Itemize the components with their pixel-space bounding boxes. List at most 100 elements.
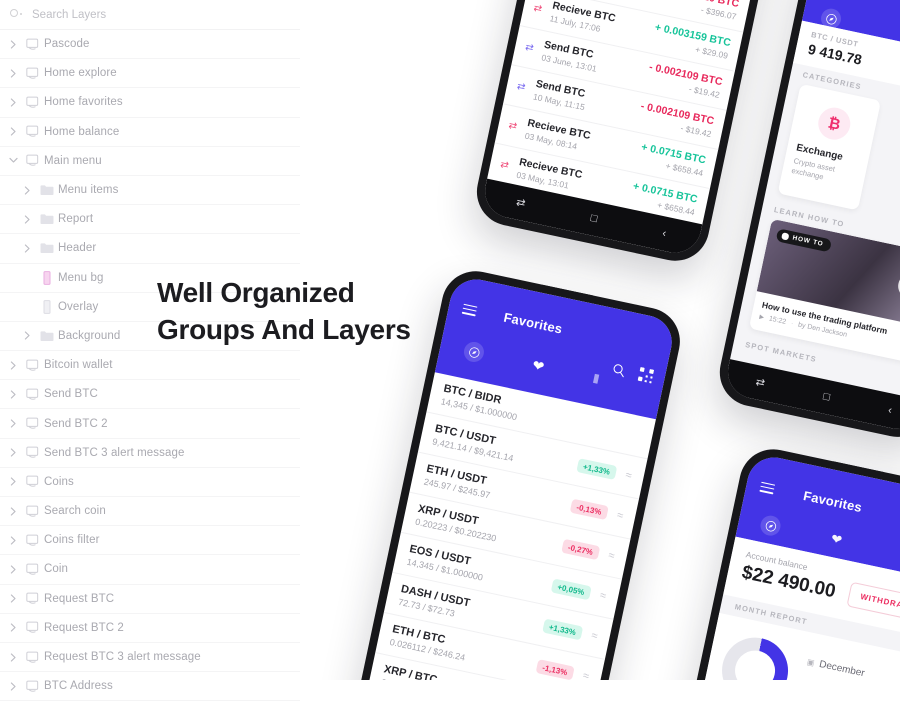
layer-row-home-explore[interactable]: Home explore [0,59,300,89]
video-card[interactable]: HOW TO How to use the trading platform ▶… [748,218,900,366]
hamburger-icon[interactable] [759,479,776,497]
artboard-icon [22,359,44,372]
withdraw-button[interactable]: WITHDRAW [846,581,900,622]
chevron-right-icon[interactable] [18,244,36,253]
chevron-right-icon[interactable] [4,652,22,662]
layer-row-search-coin[interactable]: Search coin [0,497,300,527]
artboard-icon [22,125,44,138]
compass-icon[interactable] [462,340,486,364]
calendar-icon: ▣ [806,657,816,668]
layer-row-bitcoin-wallet[interactable]: Bitcoin wallet [0,351,300,381]
layer-row-request-btc-3-alert-message[interactable]: Request BTC 3 alert message [0,643,300,673]
favorites-rows: BTC / BIDR 14,345 / $1.000000 BTC / USDT 9,… [366,372,656,680]
search-layers-row[interactable] [0,0,300,30]
layer-row-send-btc-3-alert-message[interactable]: Send BTC 3 alert message [0,439,300,468]
swap-icon[interactable]: ⇄ [515,196,527,210]
home-square-icon[interactable]: □ [590,212,599,225]
chevron-right-icon[interactable] [4,390,22,399]
layer-row-report[interactable]: Report [0,205,300,235]
artboard-icon [22,651,44,664]
back-icon[interactable]: ‹ [887,404,893,417]
layer-row-home-favorites[interactable]: Home favorites [0,88,300,118]
heart-icon[interactable]: ❤ [829,529,844,551]
sparkline-icon: ≈ [615,509,625,523]
how-to-badge-label: HOW TO [791,234,825,248]
layer-label: Coins [44,475,74,488]
layer-row-request-btc-2[interactable]: Request BTC 2 [0,614,300,643]
layer-label: Main menu [44,154,102,167]
layer-label: Send BTC 3 alert message [44,446,185,459]
search-icon [10,8,24,22]
how-to-badge: HOW TO [775,228,833,253]
artboard-icon [22,446,44,459]
donut-chart [715,631,795,680]
bitcoin-exchange-icon: ₿ [815,104,854,143]
phone-transactions-screen: ⇄Send BTC11 July, 17:05- 0.043010 BTC- $… [480,0,796,258]
layer-row-request-btc[interactable]: Request BTC [0,585,300,614]
layer-row-coins-filter[interactable]: Coins filter [0,526,300,556]
report-month: December [818,658,866,680]
appbar-title: Favorites [801,488,864,516]
artboard-icon [22,388,44,401]
layer-row-home-balance[interactable]: Home balance [0,118,300,147]
chevron-right-icon[interactable] [4,127,22,136]
play-icon[interactable] [895,270,900,302]
layer-label: Pascode [44,38,90,51]
chevron-right-icon[interactable] [4,536,22,545]
layer-row-send-btc-2[interactable]: Send BTC 2 [0,409,300,439]
layer-label: Menu bg [58,271,104,284]
change-badge: -0,27% [560,538,601,561]
chevron-right-icon[interactable] [4,594,22,603]
layer-label: Request BTC [44,592,115,605]
swap-icon[interactable]: ⇄ [755,376,767,390]
spot-markets-label: SPOT MARKETS [744,340,818,365]
chevron-right-icon[interactable] [4,419,22,428]
chevron-right-icon[interactable] [4,565,22,574]
layer-label: Request BTC 2 [44,621,124,634]
wallet-icon[interactable]: ▮ [592,370,601,385]
chevron-right-icon[interactable] [4,623,22,632]
heart-icon[interactable]: ❤ [531,356,546,375]
appbar-title: Favorites [502,309,564,337]
chevron-right-icon[interactable] [18,215,36,224]
layer-label: Header [58,242,97,255]
layer-row-coin[interactable]: Coin [0,555,300,585]
layer-label: BTC Address [44,680,113,693]
layer-row-coins[interactable]: Coins [0,468,300,497]
search-input[interactable] [32,8,262,21]
home-square-icon[interactable]: □ [822,390,831,403]
sparkline-icon: ≈ [624,469,633,483]
badge-dot-icon [781,232,790,241]
page-title: Well Organized Groups And Layers [157,275,411,349]
layer-row-btc-address[interactable]: BTC Address [0,672,300,701]
change-badge: -1,13% [535,659,575,680]
layer-label: Report [58,213,94,226]
layer-row-main-menu[interactable]: Main menu [0,147,300,176]
layer-row-send-btc[interactable]: Send BTC [0,380,300,410]
layer-row-header[interactable]: Header [0,234,300,264]
compass-icon[interactable] [758,513,783,538]
chevron-right-icon[interactable] [4,39,22,49]
chevron-right-icon[interactable] [4,69,22,78]
chevron-right-icon[interactable] [18,331,36,341]
chevron-down-icon[interactable] [4,157,22,164]
chevron-right-icon[interactable] [18,185,36,195]
folder-icon [36,242,58,254]
back-icon[interactable]: ‹ [661,227,667,240]
chevron-right-icon[interactable] [4,448,22,457]
layer-row-pascode[interactable]: Pascode [0,30,300,60]
category-card-exchange[interactable]: ₿ Exchange Crypto asset exchange [777,83,882,211]
rectangle-gray-icon [36,299,58,314]
phone-explore-screen: BTC / USDT 9 419.78 CATEGORIES ₿ Exchang… [722,0,900,434]
hamburger-icon[interactable] [461,301,478,319]
chevron-right-icon[interactable] [4,506,22,516]
chevron-right-icon[interactable] [4,477,22,487]
chevron-right-icon[interactable] [4,98,22,107]
artboard-icon [22,67,44,80]
layer-row-menu-items[interactable]: Menu items [0,176,300,206]
layer-label: Search coin [44,505,106,518]
artboard-icon [22,154,44,167]
artboard-icon [22,534,44,547]
chevron-right-icon[interactable] [4,361,22,370]
chevron-right-icon[interactable] [4,682,22,691]
